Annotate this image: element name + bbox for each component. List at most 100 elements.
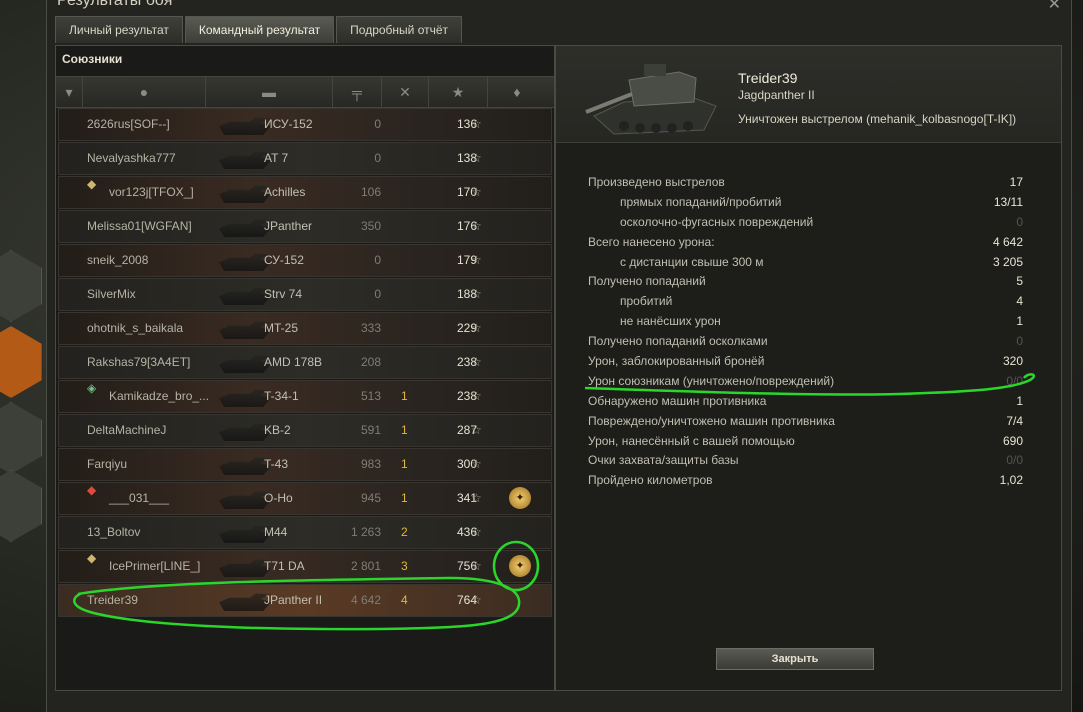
- player-name: 13_Boltov: [87, 525, 141, 539]
- stat-row: Всего нанесено урона: 4 642: [588, 233, 1023, 253]
- tank-name: T71 DA: [264, 559, 305, 573]
- medal-icon[interactable]: ✦: [509, 487, 531, 509]
- star-icon: ☆: [471, 389, 482, 403]
- squad-sort-icon[interactable]: ▾: [56, 77, 83, 107]
- kills-value: 4: [401, 593, 408, 607]
- player-name: IcePrimer[LINE_]: [109, 559, 201, 573]
- stat-row: Урон союзникам (уничтожено/повреждений) 0…: [588, 372, 1023, 392]
- tank-name: AMD 178B: [264, 355, 323, 369]
- table-row[interactable]: ◆ vor123j[TFOX_] Achilles 106 170 ☆: [58, 176, 552, 209]
- stat-value: 1,02: [999, 473, 1023, 488]
- star-icon: ☆: [471, 321, 482, 335]
- star-icon: ☆: [471, 559, 482, 573]
- map-hex: [0, 402, 42, 474]
- table-row[interactable]: ohotnik_s_baikala MT-25 333 229 ☆: [58, 312, 552, 345]
- stat-value: 0: [1016, 214, 1023, 229]
- star-icon: ☆: [471, 151, 482, 165]
- xp-sort-icon[interactable]: ★: [429, 77, 488, 107]
- xp-value: 136: [456, 117, 477, 131]
- damage-value: 208: [360, 355, 381, 369]
- table-row[interactable]: Rakshas79[3A4ET] AMD 178B 208 238 ☆: [58, 346, 552, 379]
- xp-value: 229: [456, 321, 477, 335]
- map-hex: [0, 470, 42, 542]
- table-row[interactable]: SilverMix Strv 74 0 188 ☆: [58, 278, 552, 311]
- kills-sort-icon[interactable]: ✕: [382, 77, 429, 107]
- damage-value: 106: [360, 185, 381, 199]
- player-sort-icon[interactable]: ●: [83, 77, 206, 107]
- xp-value: 179: [456, 253, 477, 267]
- stat-value: 0/0: [1006, 373, 1023, 388]
- xp-value: 300: [456, 457, 477, 471]
- kills-value: 1: [401, 423, 408, 437]
- damage-value: 945: [360, 491, 381, 505]
- star-icon: ☆: [471, 525, 482, 539]
- stat-label: Получено попаданий: [588, 274, 706, 289]
- player-tank-name: Jagdpanther II: [738, 88, 815, 102]
- stat-label: Всего нанесено урона:: [588, 234, 715, 249]
- table-row[interactable]: ◈ Kamikadze_bro_... T-34-1 513 1 238 ☆: [58, 380, 552, 413]
- stat-row: Урон, нанесённый с вашей помощью 690: [588, 432, 1023, 452]
- star-icon: ☆: [471, 457, 482, 471]
- player-name: Treider39: [87, 593, 138, 607]
- damage-value: 0: [374, 287, 381, 301]
- kills-value: 2: [401, 525, 408, 539]
- player-name: Nevalyashka777: [87, 151, 176, 165]
- star-icon: ☆: [471, 219, 482, 233]
- stat-label: Произведено выстрелов: [588, 175, 725, 189]
- table-row[interactable]: sneik_2008 СУ-152 0 179 ☆: [58, 244, 552, 277]
- stat-value: 4: [1016, 294, 1023, 309]
- tab-team[interactable]: Командный результат: [184, 16, 335, 43]
- star-icon: ☆: [471, 593, 482, 607]
- tank-name: M44: [264, 525, 288, 539]
- tab-personal[interactable]: Личный результат: [55, 16, 183, 43]
- table-row[interactable]: Melissa01[WGFAN] JPanther 350 176 ☆: [58, 210, 552, 243]
- table-row[interactable]: ◆ IcePrimer[LINE_] T71 DA 2 801 3 756 ☆ …: [58, 550, 552, 583]
- table-row[interactable]: 2626rus[SOF--] ИСУ-152 0 136 ☆: [58, 108, 552, 141]
- damage-value: 1 263: [350, 525, 381, 539]
- table-row[interactable]: DeltaMachineJ KB-2 591 1 287 ☆: [58, 414, 552, 447]
- stat-row: не нанёсших урон 1: [588, 312, 1023, 332]
- damage-value: 350: [360, 219, 381, 233]
- map-hex: [0, 250, 42, 322]
- xp-value: 176: [456, 219, 477, 233]
- player-name: SilverMix: [87, 287, 136, 301]
- stat-label: не нанёсших урон: [620, 314, 721, 329]
- stat-row: Обнаружено машин противника 1: [588, 392, 1023, 412]
- medal-icon[interactable]: ✦: [509, 555, 531, 577]
- player-name: Farqiyu: [87, 457, 128, 471]
- stat-value: 4 642: [992, 234, 1023, 249]
- table-row[interactable]: 13_Boltov M44 1 263 2 436 ☆: [58, 516, 552, 549]
- tab-detailed[interactable]: Подробный отчёт: [336, 16, 463, 43]
- damage-value: 4 642: [350, 593, 381, 607]
- tank-name: JPanther: [264, 219, 313, 233]
- table-row[interactable]: ◆ ___031___ O-Ho 945 1 341 ☆ ✦: [58, 482, 552, 515]
- star-icon: ☆: [471, 491, 482, 505]
- tank-name: T-34-1: [264, 389, 299, 403]
- star-icon: ☆: [471, 355, 482, 369]
- stat-value: 3 205: [992, 254, 1023, 269]
- player-name: DeltaMachineJ: [87, 423, 167, 437]
- damage-value: 591: [360, 423, 381, 437]
- star-icon: ☆: [471, 287, 482, 301]
- table-row[interactable]: Nevalyashka777 AT 7 0 138 ☆: [58, 142, 552, 175]
- death-reason: Уничтожен выстрелом (mehanik_kolbasnogo[…: [738, 112, 1017, 126]
- stat-label: Очки захвата/защиты базы: [588, 453, 739, 468]
- damage-value: 2 801: [350, 559, 381, 573]
- clan-rank-icon: ◆: [87, 177, 97, 191]
- stat-label: пробитий: [620, 294, 673, 309]
- close-icon[interactable]: ✕: [1048, 0, 1061, 14]
- tank-sort-icon[interactable]: ▬: [206, 77, 333, 107]
- player-name: vor123j[TFOX_]: [109, 185, 194, 199]
- stat-value: 17: [1009, 175, 1023, 189]
- window-title: Результаты боя: [57, 0, 173, 9]
- damage-sort-icon[interactable]: ╤: [333, 77, 382, 107]
- close-button[interactable]: Закрыть: [716, 648, 874, 670]
- medal-sort-icon[interactable]: ♦: [488, 77, 546, 107]
- tank-name: JPanther II: [264, 593, 323, 607]
- stat-row: Пройдено километров 1,02: [588, 471, 1023, 491]
- stat-row: Очки захвата/защиты базы 0/0: [588, 451, 1023, 471]
- table-row-self[interactable]: Treider39 JPanther II 4 642 4 764 ☆: [58, 584, 552, 617]
- star-icon: ☆: [471, 423, 482, 437]
- stat-value: 1: [1016, 314, 1023, 329]
- table-row[interactable]: Farqiyu T-43 983 1 300 ☆: [58, 448, 552, 481]
